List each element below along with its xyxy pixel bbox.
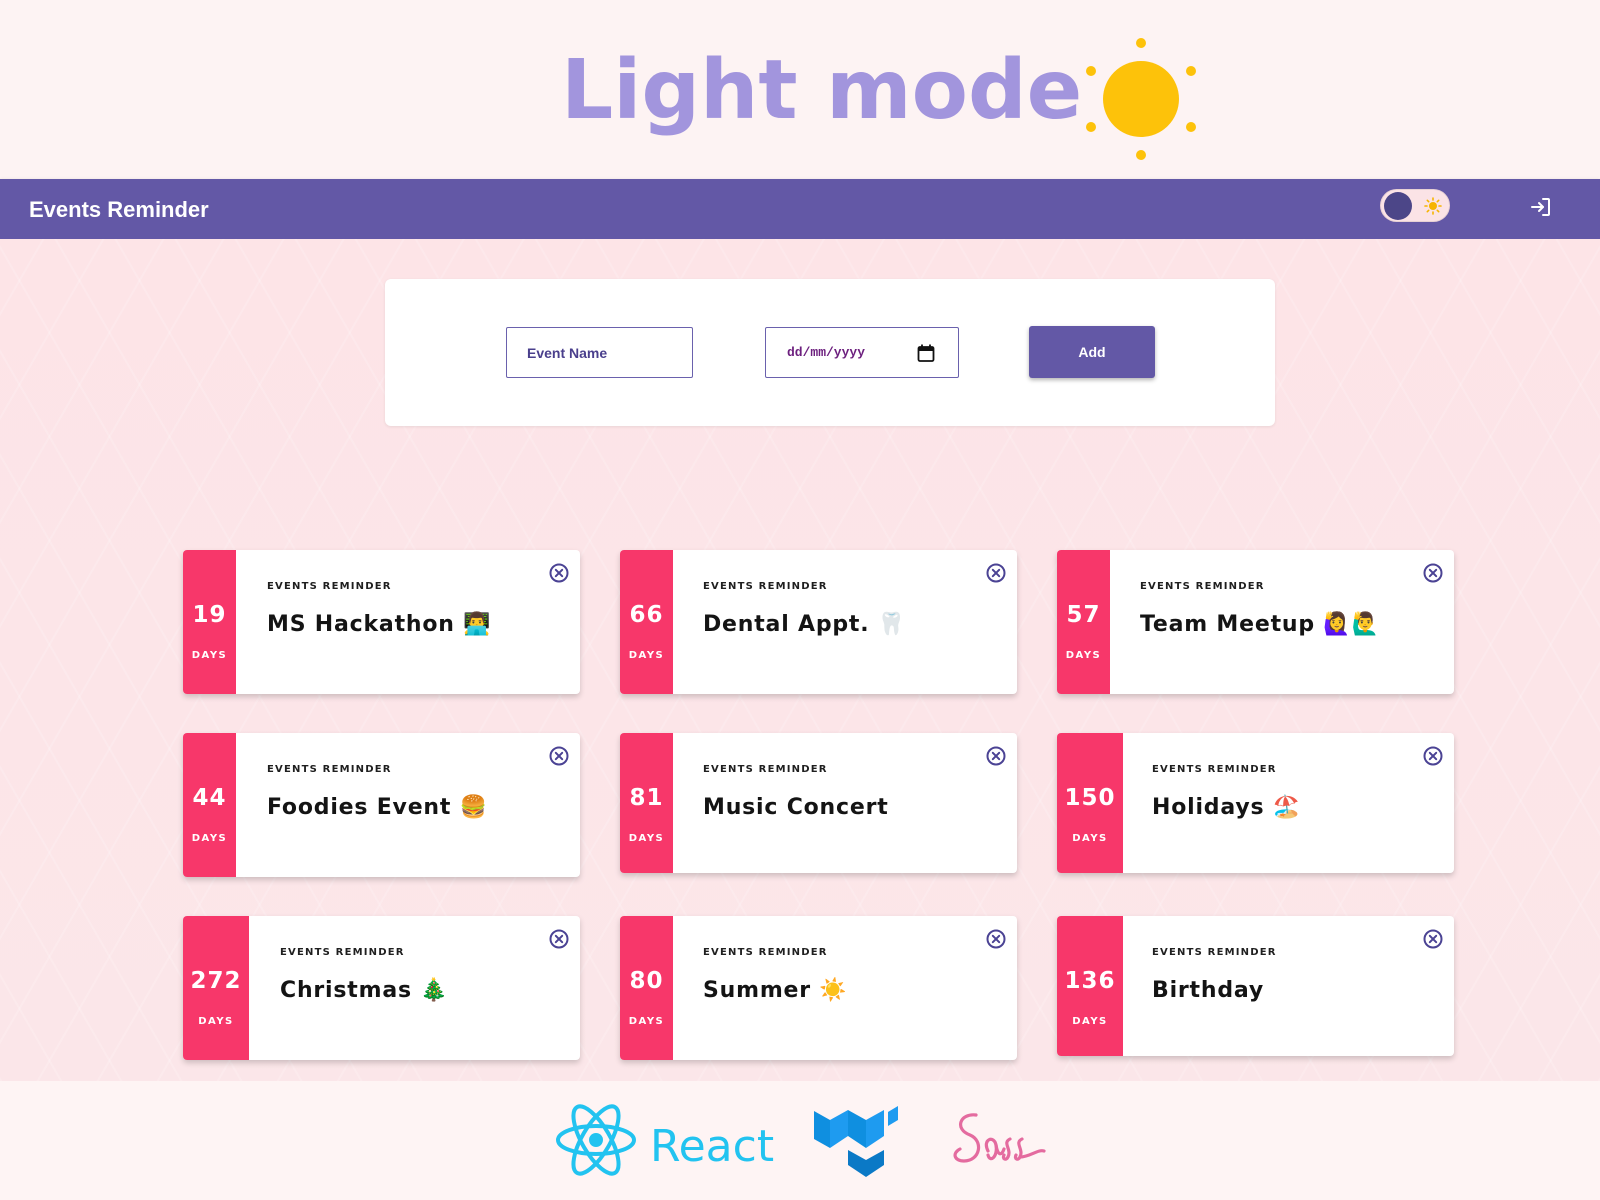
event-card: 81 DAYS EVENTS REMINDER Music Concert bbox=[620, 733, 1017, 873]
days-label: DAYS bbox=[1065, 650, 1102, 661]
card-eyebrow: EVENTS REMINDER bbox=[1152, 947, 1277, 958]
event-card: 19 DAYS EVENTS REMINDER MS Hackathon 👨‍💻 bbox=[183, 550, 580, 694]
mui-logo bbox=[814, 1106, 898, 1177]
days-count: 136 bbox=[1064, 968, 1116, 994]
close-icon[interactable] bbox=[1422, 928, 1444, 950]
event-name-input[interactable] bbox=[506, 327, 693, 378]
days-count: 80 bbox=[629, 968, 664, 994]
days-count: 57 bbox=[1066, 602, 1101, 628]
event-card: 136 DAYS EVENTS REMINDER Birthday bbox=[1057, 916, 1454, 1056]
theme-toggle[interactable] bbox=[1380, 189, 1450, 222]
days-panel: 272 DAYS bbox=[183, 916, 249, 1060]
days-panel: 57 DAYS bbox=[1057, 550, 1110, 694]
days-count: 272 bbox=[190, 968, 242, 994]
days-label: DAYS bbox=[191, 650, 228, 661]
event-card: 80 DAYS EVENTS REMINDER Summer ☀️ bbox=[620, 916, 1017, 1060]
days-panel: 81 DAYS bbox=[620, 733, 673, 873]
card-eyebrow: EVENTS REMINDER bbox=[1140, 581, 1265, 592]
event-title: Holidays 🏖️ bbox=[1152, 795, 1302, 820]
hero-title: Light mode bbox=[561, 43, 1083, 138]
app-bar: Events Reminder bbox=[0, 179, 1600, 239]
days-count: 19 bbox=[192, 602, 227, 628]
event-title: MS Hackathon 👨‍💻 bbox=[267, 612, 492, 637]
sun-icon bbox=[1086, 38, 1196, 160]
days-count: 81 bbox=[629, 785, 664, 811]
event-title: Music Concert bbox=[703, 795, 889, 820]
days-count: 66 bbox=[629, 602, 664, 628]
days-panel: 66 DAYS bbox=[620, 550, 673, 694]
card-eyebrow: EVENTS REMINDER bbox=[1152, 764, 1277, 775]
react-label: React bbox=[650, 1121, 775, 1172]
date-placeholder: dd/mm/yyyy bbox=[787, 345, 866, 360]
event-card: 44 DAYS EVENTS REMINDER Foodies Event 🍔 bbox=[183, 733, 580, 877]
card-eyebrow: EVENTS REMINDER bbox=[267, 581, 392, 592]
event-title: Birthday bbox=[1152, 978, 1264, 1003]
sun-icon bbox=[1424, 197, 1442, 215]
calendar-icon[interactable] bbox=[916, 343, 936, 363]
close-icon[interactable] bbox=[548, 745, 570, 767]
event-title: Foodies Event 🍔 bbox=[267, 795, 488, 820]
card-eyebrow: EVENTS REMINDER bbox=[280, 947, 405, 958]
days-label: DAYS bbox=[628, 1016, 665, 1027]
event-title: Team Meetup 🙋‍♀️🙋‍♂️ bbox=[1140, 612, 1380, 637]
add-button[interactable]: Add bbox=[1029, 326, 1155, 378]
days-panel: 80 DAYS bbox=[620, 916, 673, 1060]
event-date-input[interactable]: dd/mm/yyyy bbox=[765, 327, 959, 378]
days-count: 44 bbox=[192, 785, 227, 811]
main-content: dd/mm/yyyy Add 19 DAYS EVENTS REMINDER M… bbox=[0, 239, 1600, 1081]
app-title: Events Reminder bbox=[29, 197, 209, 222]
days-label: DAYS bbox=[191, 833, 228, 844]
close-icon[interactable] bbox=[548, 928, 570, 950]
days-label: DAYS bbox=[198, 1016, 234, 1027]
days-panel: 136 DAYS bbox=[1057, 916, 1123, 1056]
event-title: Christmas 🎄 bbox=[280, 978, 449, 1003]
card-eyebrow: EVENTS REMINDER bbox=[703, 764, 828, 775]
react-logo bbox=[556, 1104, 636, 1176]
close-icon[interactable] bbox=[985, 745, 1007, 767]
close-icon[interactable] bbox=[985, 928, 1007, 950]
event-card: 57 DAYS EVENTS REMINDER Team Meetup 🙋‍♀️… bbox=[1057, 550, 1454, 694]
days-label: DAYS bbox=[1072, 1016, 1108, 1027]
hero-banner: Light mode bbox=[0, 0, 1600, 179]
sass-logo bbox=[953, 1113, 1046, 1163]
logout-icon[interactable] bbox=[1529, 195, 1553, 219]
event-title: Summer ☀️ bbox=[703, 978, 848, 1003]
days-label: DAYS bbox=[628, 833, 665, 844]
days-label: DAYS bbox=[1072, 833, 1108, 844]
add-event-form: dd/mm/yyyy Add bbox=[385, 279, 1275, 426]
event-card: 150 DAYS EVENTS REMINDER Holidays 🏖️ bbox=[1057, 733, 1454, 873]
days-count: 150 bbox=[1064, 785, 1116, 811]
days-panel: 150 DAYS bbox=[1057, 733, 1123, 873]
toggle-knob bbox=[1384, 192, 1412, 220]
tech-footer: React bbox=[0, 1081, 1600, 1200]
close-icon[interactable] bbox=[1422, 745, 1444, 767]
card-eyebrow: EVENTS REMINDER bbox=[703, 947, 828, 958]
days-label: DAYS bbox=[628, 650, 665, 661]
days-panel: 19 DAYS bbox=[183, 550, 236, 694]
event-card: 272 DAYS EVENTS REMINDER Christmas 🎄 bbox=[183, 916, 580, 1060]
card-eyebrow: EVENTS REMINDER bbox=[267, 764, 392, 775]
close-icon[interactable] bbox=[985, 562, 1007, 584]
event-card: 66 DAYS EVENTS REMINDER Dental Appt. 🦷 bbox=[620, 550, 1017, 694]
event-title: Dental Appt. 🦷 bbox=[703, 612, 907, 637]
close-icon[interactable] bbox=[1422, 562, 1444, 584]
days-panel: 44 DAYS bbox=[183, 733, 236, 877]
card-eyebrow: EVENTS REMINDER bbox=[703, 581, 828, 592]
close-icon[interactable] bbox=[548, 562, 570, 584]
